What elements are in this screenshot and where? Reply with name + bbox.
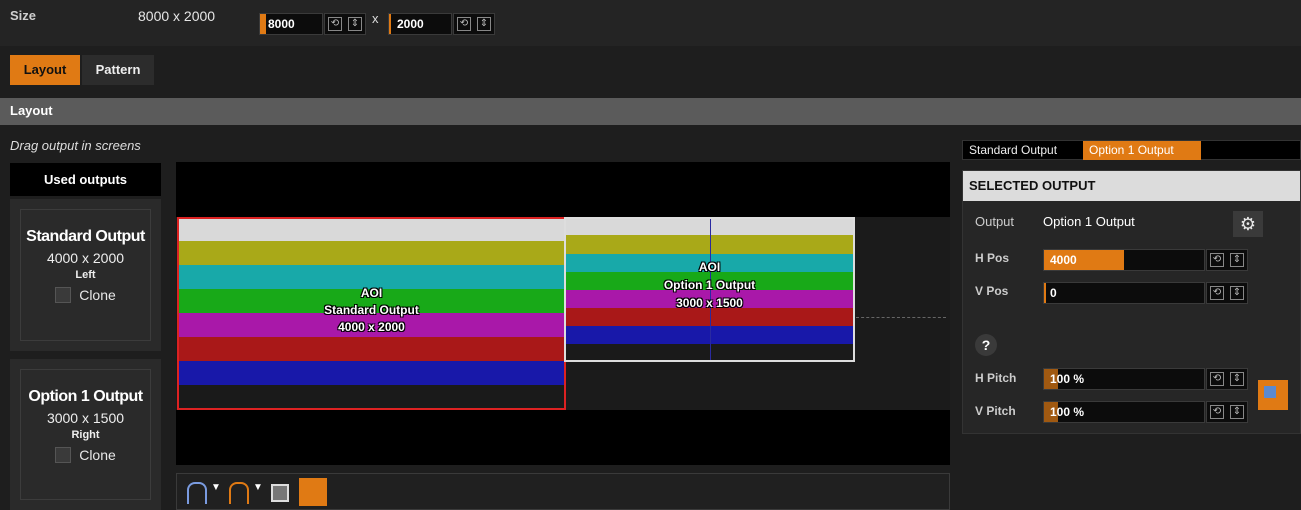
output-card-size: 4000 x 2000 xyxy=(46,250,125,266)
hpos-value: 4000 xyxy=(1050,253,1077,267)
link-pitch-icon[interactable] xyxy=(1258,380,1288,410)
section-title: Layout xyxy=(0,98,1301,125)
reset-icon[interactable]: ⟲ xyxy=(456,17,472,31)
output-card-side: Left xyxy=(75,269,96,281)
hpos-input[interactable]: 4000 xyxy=(1043,249,1205,271)
hpitch-input[interactable]: 100 % xyxy=(1043,368,1205,390)
size-label: Size xyxy=(10,8,37,23)
layout-canvas[interactable]: AOI Standard Output 4000 x 2000 AOI Opti… xyxy=(176,162,950,465)
reset-icon[interactable]: ⟲ xyxy=(1209,253,1225,267)
output-card-name: Option 1 Output xyxy=(28,388,143,405)
vpos-label: V Pos xyxy=(975,284,1009,298)
vpos-value: 0 xyxy=(1050,286,1057,300)
screen-label: 3000 x 1500 xyxy=(676,296,743,310)
spin-arrows-icon[interactable]: ⇕ xyxy=(347,17,363,31)
output-card-side: Right xyxy=(71,429,100,441)
hpos-label: H Pos xyxy=(975,251,1010,265)
vpos-input[interactable]: 0 xyxy=(1043,282,1205,304)
hpitch-stepper[interactable]: ⟲ ⇕ xyxy=(1206,368,1248,390)
snap-grid-icon[interactable] xyxy=(187,482,207,504)
vpitch-stepper[interactable]: ⟲ ⇕ xyxy=(1206,401,1248,423)
width-stepper[interactable]: ⟲ ⇕ xyxy=(324,13,366,35)
height-input[interactable]: 2000 xyxy=(388,13,452,35)
hpos-stepper[interactable]: ⟲ ⇕ xyxy=(1206,249,1248,271)
output-card-standard[interactable]: Standard Output 4000 x 2000 Left Clone xyxy=(10,199,161,351)
tab-pattern[interactable]: Pattern xyxy=(82,55,154,85)
screen-label: AOI xyxy=(698,260,721,274)
size-separator: x xyxy=(372,11,379,26)
width-input[interactable]: 8000 xyxy=(259,13,323,35)
output-card-option1[interactable]: Option 1 Output 3000 x 1500 Right Clone xyxy=(10,359,161,510)
screen-option1-output[interactable]: AOI Option 1 Output 3000 x 1500 xyxy=(564,217,855,362)
spin-arrows-icon[interactable]: ⇕ xyxy=(1229,372,1245,386)
align-icon[interactable] xyxy=(299,478,327,506)
output-tabs: Standard Output Option 1 Output xyxy=(962,140,1301,160)
used-outputs-tab[interactable]: Used outputs xyxy=(10,163,161,196)
hpitch-value: 100 % xyxy=(1050,372,1085,386)
clone-label: Clone xyxy=(79,287,116,303)
vpitch-label: V Pitch xyxy=(975,404,1016,418)
screen-label: Option 1 Output xyxy=(663,278,756,292)
size-value: 8000 x 2000 xyxy=(138,8,216,24)
reset-icon[interactable]: ⟲ xyxy=(1209,372,1225,386)
panel-header: SELECTED OUTPUT xyxy=(963,171,1300,201)
screen-label: Standard Output xyxy=(324,303,419,317)
selected-output-panel: SELECTED OUTPUT Output Option 1 Output ⚙… xyxy=(962,170,1301,434)
width-input-value: 8000 xyxy=(268,17,295,31)
screen-standard-output[interactable]: AOI Standard Output 4000 x 2000 xyxy=(177,217,566,410)
spin-arrows-icon[interactable]: ⇕ xyxy=(476,17,492,31)
vpitch-input[interactable]: 100 % xyxy=(1043,401,1205,423)
spin-arrows-icon[interactable]: ⇕ xyxy=(1229,253,1245,267)
output-card-size: 3000 x 1500 xyxy=(46,410,125,426)
height-input-value: 2000 xyxy=(397,17,424,31)
snap-screens-icon[interactable] xyxy=(229,482,249,504)
help-icon[interactable]: ? xyxy=(975,334,997,356)
spin-arrows-icon[interactable]: ⇕ xyxy=(1229,405,1245,419)
tab-option1-output[interactable]: Option 1 Output xyxy=(1083,141,1201,160)
reset-icon[interactable]: ⟲ xyxy=(1209,286,1225,300)
fit-screen-icon[interactable] xyxy=(271,484,289,502)
screen-label: AOI xyxy=(360,286,383,300)
clone-label: Clone xyxy=(79,447,116,463)
height-stepper[interactable]: ⟲ ⇕ xyxy=(453,13,495,35)
vpitch-value: 100 % xyxy=(1050,405,1085,419)
output-card-name: Standard Output xyxy=(26,228,145,245)
vpos-stepper[interactable]: ⟲ ⇕ xyxy=(1206,282,1248,304)
tab-layout[interactable]: Layout xyxy=(10,55,80,85)
dropdown-arrow-icon[interactable]: ▼ xyxy=(211,482,221,504)
gear-icon[interactable]: ⚙ xyxy=(1233,211,1263,237)
guide-line xyxy=(856,317,946,318)
canvas-toolbar: ▼ ▼ xyxy=(176,473,950,510)
reset-icon[interactable]: ⟲ xyxy=(1209,405,1225,419)
clone-checkbox[interactable] xyxy=(55,287,72,303)
tab-standard-output[interactable]: Standard Output xyxy=(963,141,1083,160)
spin-arrows-icon[interactable]: ⇕ xyxy=(1229,286,1245,300)
reset-icon[interactable]: ⟲ xyxy=(327,17,343,31)
dropdown-arrow-icon[interactable]: ▼ xyxy=(253,482,263,504)
output-label: Output xyxy=(975,214,1015,229)
hpitch-label: H Pitch xyxy=(975,371,1017,385)
output-value: Option 1 Output xyxy=(1043,214,1135,229)
screen-label: 4000 x 2000 xyxy=(338,320,405,334)
drag-hint: Drag output in screens xyxy=(10,138,141,153)
clone-checkbox[interactable] xyxy=(55,447,72,463)
